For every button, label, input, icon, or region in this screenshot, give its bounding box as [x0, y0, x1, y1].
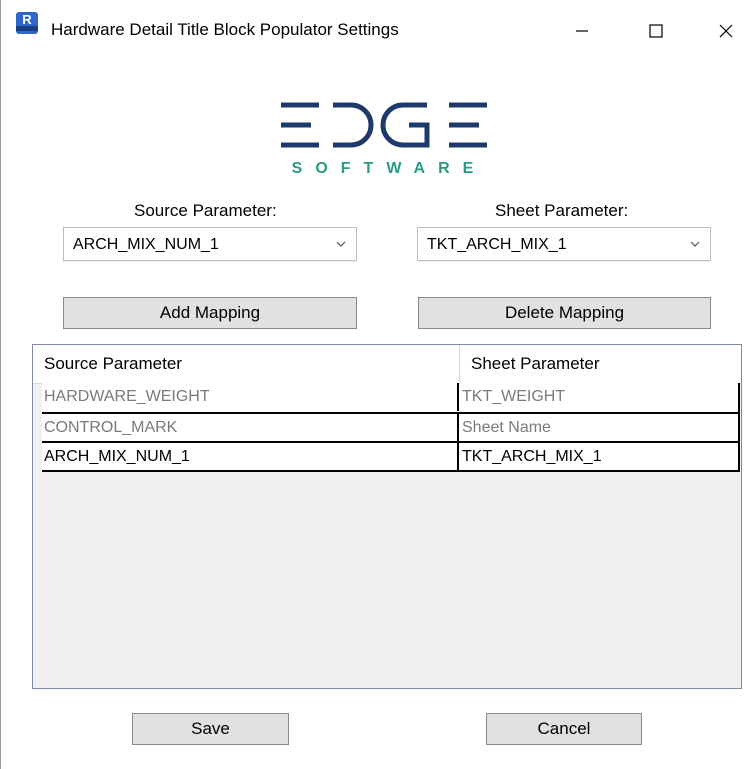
sheet-parameter-label: Sheet Parameter:: [495, 201, 629, 220]
settings-window: R Hardware Detail Title Block Populator …: [0, 0, 756, 769]
minimize-button[interactable]: [557, 0, 607, 62]
source-parameter-label: Source Parameter:: [134, 201, 277, 220]
logo-subtitle: SOFTWARE: [291, 160, 487, 177]
grid-header: Source Parameter Sheet Parameter: [33, 345, 741, 384]
add-mapping-button[interactable]: Add Mapping: [63, 297, 357, 329]
cell-source[interactable]: ARCH_MIX_NUM_1: [44, 443, 454, 471]
chevron-down-icon: [690, 241, 700, 247]
maximize-button[interactable]: [631, 0, 681, 62]
chevron-down-icon: [336, 241, 346, 247]
cell-sheet[interactable]: TKT_WEIGHT: [461, 383, 737, 411]
close-button[interactable]: [701, 0, 751, 62]
cell-source[interactable]: HARDWARE_WEIGHT: [44, 383, 454, 411]
table-row[interactable]: HARDWARE_WEIGHT TKT_WEIGHT: [42, 383, 740, 412]
maximize-icon: [649, 24, 663, 38]
window-title: Hardware Detail Title Block Populator Se…: [51, 20, 399, 39]
source-parameter-dropdown[interactable]: ARCH_MIX_NUM_1: [63, 227, 357, 261]
mapping-grid[interactable]: Source Parameter Sheet Parameter HARDWAR…: [32, 344, 742, 689]
title-bar[interactable]: R Hardware Detail Title Block Populator …: [1, 0, 756, 62]
cell-sheet[interactable]: TKT_ARCH_MIX_1: [461, 443, 737, 471]
revit-app-icon: R: [16, 12, 38, 34]
cell-source[interactable]: CONTROL_MARK: [44, 414, 454, 442]
table-row[interactable]: ARCH_MIX_NUM_1 TKT_ARCH_MIX_1: [42, 441, 740, 472]
cancel-button[interactable]: Cancel: [486, 713, 642, 745]
minimize-icon: [576, 30, 588, 32]
table-row[interactable]: CONTROL_MARK Sheet Name: [42, 412, 740, 442]
delete-mapping-button[interactable]: Delete Mapping: [418, 297, 711, 329]
sheet-parameter-value: TKT_ARCH_MIX_1: [427, 236, 567, 253]
column-header-sheet[interactable]: Sheet Parameter: [471, 345, 600, 383]
sheet-parameter-dropdown[interactable]: TKT_ARCH_MIX_1: [417, 227, 711, 261]
app-icon-letter: R: [22, 12, 32, 27]
source-parameter-value: ARCH_MIX_NUM_1: [73, 236, 219, 253]
save-button[interactable]: Save: [132, 713, 289, 745]
close-icon: [719, 24, 733, 38]
cell-sheet[interactable]: Sheet Name: [461, 414, 737, 442]
column-header-source[interactable]: Source Parameter: [44, 345, 182, 383]
